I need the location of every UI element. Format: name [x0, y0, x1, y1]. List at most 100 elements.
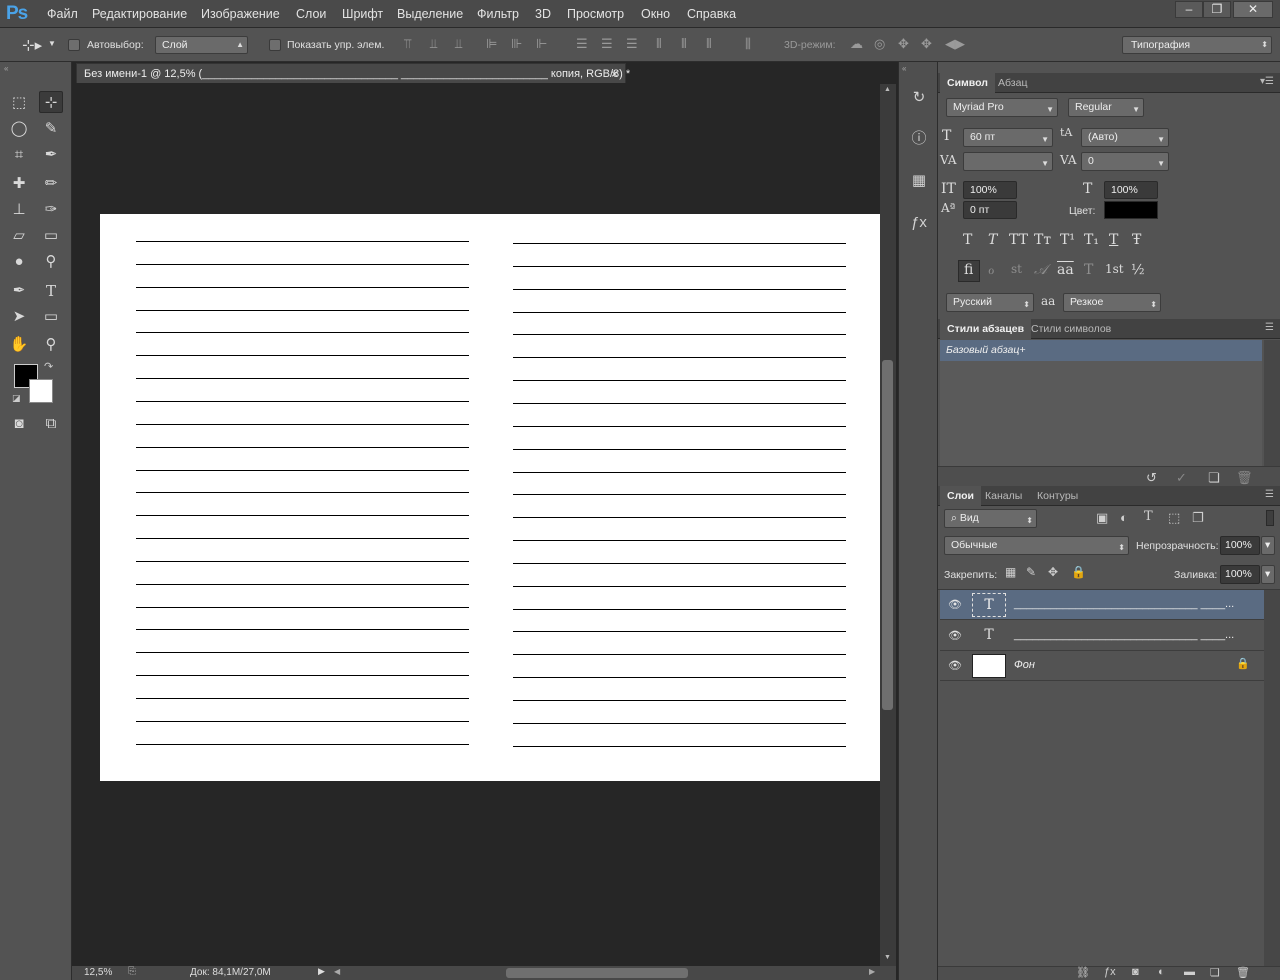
quick-mask-icon[interactable]: ◙	[7, 413, 31, 435]
distribute-bottom-icon[interactable]: ☰	[626, 36, 638, 52]
swatches-panel-icon[interactable]: ▦	[907, 170, 931, 192]
filter-adjustment-icon[interactable]: ◐	[1120, 510, 1128, 525]
layer-row-background[interactable]: 👁 Фон 🔒	[940, 651, 1264, 681]
zoom-level[interactable]: 12,5%	[84, 967, 112, 978]
align-left-icon[interactable]: ⊫	[486, 36, 497, 52]
pen-icon[interactable]: ✒	[7, 280, 31, 302]
delete-layer-icon[interactable]: 🗑	[1236, 966, 1250, 979]
menu-edit[interactable]: Редактирование	[92, 7, 187, 21]
document-tab[interactable]: Без имени-1 @ 12,5% (___________________…	[76, 63, 630, 83]
new-layer-icon[interactable]: ❏	[1210, 966, 1220, 979]
filter-smart-object-icon[interactable]: ❐	[1192, 510, 1204, 526]
rotate-3d-icon[interactable]: ☁	[850, 36, 863, 52]
align-hcenter-icon[interactable]: ⊪	[511, 36, 522, 52]
screen-mode-icon[interactable]: ⧉	[39, 413, 63, 435]
horizontal-scroll-thumb[interactable]	[506, 968, 688, 978]
align-vcenter-icon[interactable]: ⫫	[430, 36, 437, 52]
healing-brush-icon[interactable]: ✚	[7, 173, 31, 195]
default-colors-icon[interactable]: ◪	[12, 393, 21, 404]
all-caps-button[interactable]: TT	[1009, 232, 1028, 248]
crop-icon[interactable]: ⌗	[7, 144, 31, 166]
filter-type-icon[interactable]: T	[1144, 509, 1153, 524]
quick-select-icon[interactable]: ✎	[39, 118, 63, 140]
minimize-button[interactable]: –	[1175, 1, 1203, 18]
rect-marquee-icon[interactable]: ⬚	[7, 92, 31, 114]
stylistic-alternates-button[interactable]: aa	[1057, 262, 1074, 278]
strikethrough-button[interactable]: Ŧ	[1132, 232, 1141, 248]
eraser-icon[interactable]: ▱	[7, 225, 31, 247]
type-tool-icon[interactable]: T	[39, 280, 63, 302]
clone-stamp-icon[interactable]: ⊥	[7, 199, 31, 221]
style-item-selected[interactable]: Базовый абзац+	[940, 340, 1262, 361]
visibility-eye-icon[interactable]: 👁	[948, 659, 962, 672]
tab-character[interactable]: Символ	[940, 73, 995, 93]
underline-button[interactable]: T	[1109, 232, 1118, 248]
scroll-right-icon[interactable]: ▶	[869, 967, 875, 976]
roll-3d-icon[interactable]: ◎	[874, 36, 885, 52]
close-tab-icon[interactable]: ×	[611, 67, 618, 81]
align-right-icon[interactable]: ⊩	[536, 36, 547, 52]
path-select-icon[interactable]: ➤	[7, 306, 31, 328]
menu-file[interactable]: Файл	[47, 7, 78, 21]
auto-align-icon[interactable]: ⫼	[745, 36, 751, 52]
menu-layers[interactable]: Слои	[296, 7, 326, 21]
tab-paths[interactable]: Контуры	[1030, 486, 1085, 506]
move-tool-icon[interactable]: ⊹	[39, 91, 63, 113]
baseline-shift-field[interactable]: 0 пт	[963, 201, 1017, 219]
opacity-field[interactable]: 100%	[1220, 536, 1260, 555]
lock-pixels-icon[interactable]: ✎	[1026, 565, 1036, 579]
distribute-right-icon[interactable]: ⦀	[706, 36, 712, 52]
pan-3d-icon[interactable]: ✥	[898, 36, 909, 52]
menu-type[interactable]: Шрифт	[342, 7, 383, 21]
ligatures-button[interactable]: ﬁ	[964, 262, 973, 278]
opacity-dropdown[interactable]: ▾	[1261, 536, 1275, 555]
vertical-scale-field[interactable]: 100%	[963, 181, 1017, 199]
panel-menu-icon[interactable]: ☰	[1265, 322, 1274, 333]
language-select[interactable]: Русский ⬍	[946, 293, 1034, 312]
kerning-field[interactable]: ▼	[963, 152, 1053, 171]
titling-alternates-button[interactable]: T	[1084, 262, 1093, 278]
move-tool-preset-icon[interactable]: ⊹▸	[22, 36, 42, 54]
lock-transparency-icon[interactable]: ▦	[1005, 565, 1016, 579]
background-color-swatch[interactable]	[29, 379, 53, 403]
antialias-select[interactable]: Резкое ⬍	[1063, 293, 1161, 312]
small-caps-button[interactable]: Tт	[1034, 232, 1051, 248]
filter-pixel-icon[interactable]: ▣	[1096, 510, 1108, 526]
swash-button[interactable]: 𝒜	[1034, 262, 1047, 278]
filter-toggle-switch[interactable]	[1266, 510, 1274, 526]
info-panel-icon[interactable]: ⓘ	[907, 128, 931, 150]
scroll-down-icon[interactable]: ▼	[884, 954, 891, 961]
history-panel-icon[interactable]: ↻	[907, 87, 931, 109]
status-info-icon[interactable]: ⎘	[128, 966, 136, 977]
visibility-eye-icon[interactable]: 👁	[948, 629, 962, 642]
distribute-left-icon[interactable]: ⦀	[656, 36, 662, 52]
menu-filter[interactable]: Фильтр	[477, 7, 519, 21]
menu-select[interactable]: Выделение	[397, 7, 463, 21]
horizontal-scale-field[interactable]: 100%	[1104, 181, 1158, 199]
faux-bold-button[interactable]: T	[963, 232, 972, 248]
distribute-vcenter-icon[interactable]: ☰	[601, 36, 613, 52]
font-family-select[interactable]: Myriad Pro ▼	[946, 98, 1058, 117]
layer-filter-select[interactable]: ⌕ Вид ⬍	[944, 509, 1037, 528]
add-mask-icon[interactable]: ◙	[1132, 966, 1139, 978]
layer-row-text-1[interactable]: 👁 T ______________________________ ____.…	[940, 590, 1264, 620]
brush-icon[interactable]: ✏	[39, 173, 63, 195]
document-page[interactable]	[100, 214, 880, 781]
scale-3d-icon[interactable]: ◀▶	[945, 36, 965, 52]
new-style-icon[interactable]: ❏	[1208, 470, 1220, 486]
font-size-field[interactable]: 60 пт ▼	[963, 128, 1053, 147]
zoom-icon[interactable]: ⚲	[39, 334, 63, 356]
status-menu-arrow-icon[interactable]: ▶	[318, 966, 325, 977]
superscript-button[interactable]: T¹	[1060, 232, 1075, 248]
autoselect-checkbox[interactable]	[68, 39, 80, 51]
fractions-button[interactable]: ½	[1131, 262, 1145, 278]
autoselect-target-select[interactable]: Слой ▲	[155, 36, 248, 54]
layers-scrollbar[interactable]	[1264, 590, 1280, 966]
delete-style-icon[interactable]: 🗑	[1236, 470, 1253, 486]
swap-colors-icon[interactable]: ↷	[44, 360, 53, 373]
tab-paragraph[interactable]: Абзац	[991, 73, 1034, 93]
scroll-left-icon[interactable]: ◀	[334, 967, 340, 976]
lock-all-icon[interactable]: 🔒	[1071, 565, 1086, 579]
layer-style-fx-icon[interactable]: ƒx	[1104, 966, 1116, 978]
tracking-field[interactable]: 0 ▼	[1081, 152, 1169, 171]
